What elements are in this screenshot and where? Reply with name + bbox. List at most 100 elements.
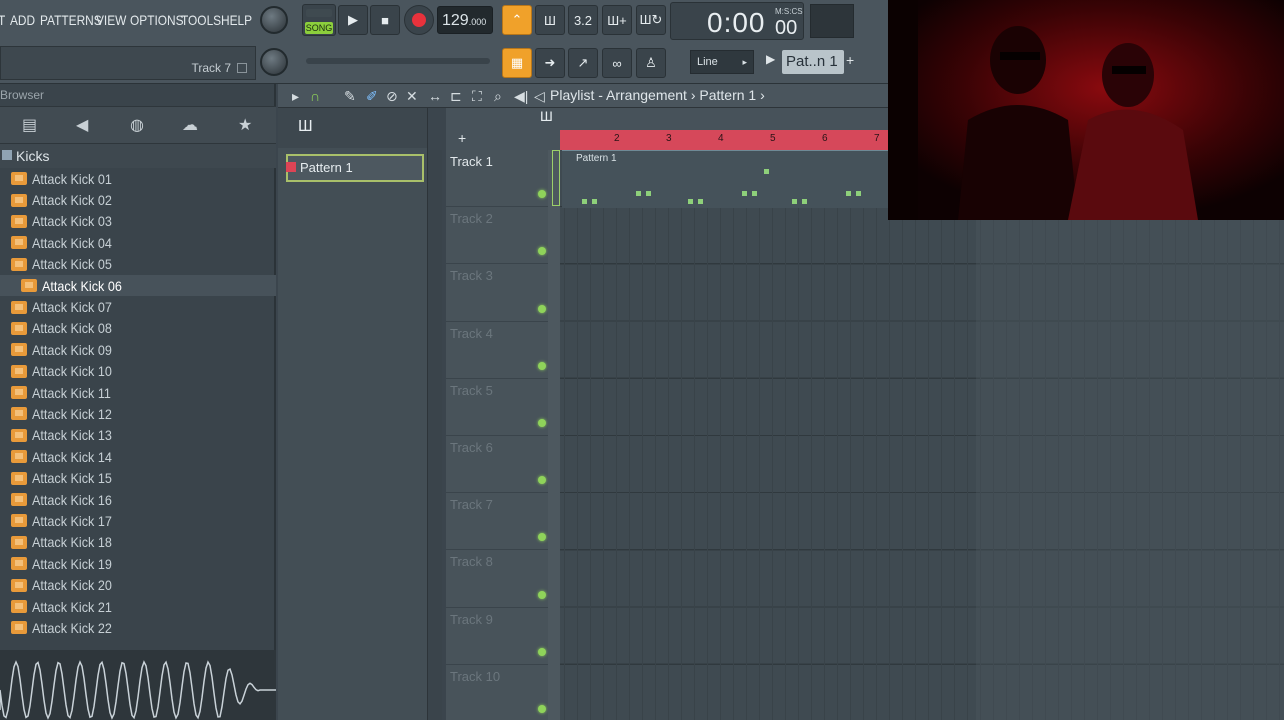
menu-tools[interactable]: TOOLS xyxy=(181,12,221,28)
play-button[interactable]: ▶ xyxy=(338,5,368,35)
timeline-ruler[interactable]: 2 3 4 5 6 7 xyxy=(560,130,888,150)
wait-input-button[interactable]: Ш xyxy=(535,5,565,35)
file-item[interactable]: Attack Kick 16 xyxy=(0,489,276,510)
record-button[interactable] xyxy=(404,5,434,35)
track-mute-led[interactable] xyxy=(538,190,546,199)
file-item[interactable]: Attack Kick 20 xyxy=(0,574,276,595)
piano-icon[interactable]: Ш xyxy=(298,118,313,136)
typing-keyboard-button[interactable]: ▦ xyxy=(502,48,532,78)
track-header[interactable]: Track 6 xyxy=(446,436,550,494)
snap-next-button[interactable]: ➜ xyxy=(535,48,565,78)
pattern-led xyxy=(306,9,332,17)
master-pitch-knob[interactable] xyxy=(260,48,288,76)
file-item[interactable]: Attack Kick 03 xyxy=(0,211,276,232)
file-item[interactable]: Attack Kick 22 xyxy=(0,617,276,638)
pattern-selector[interactable]: Pat..n 1 xyxy=(782,50,844,74)
file-item[interactable]: Attack Kick 10 xyxy=(0,361,276,382)
file-item[interactable]: Attack Kick 07 xyxy=(0,296,276,317)
file-item[interactable]: Attack Kick 09 xyxy=(0,339,276,360)
track-header[interactable]: Track 4 xyxy=(446,322,550,379)
link-button[interactable]: ∞ xyxy=(602,48,632,78)
countdown-button[interactable]: 3.2 xyxy=(568,5,598,35)
panel-splitter[interactable] xyxy=(428,150,442,720)
playback-icon[interactable]: ◀| xyxy=(514,88,528,105)
metronome-button[interactable]: ⌃ xyxy=(502,5,532,35)
loop-record-button[interactable]: Ш↻ xyxy=(636,5,666,35)
folder-kicks[interactable]: Kicks xyxy=(0,144,276,168)
file-item[interactable]: Attack Kick 21 xyxy=(0,596,276,617)
step-edit-button[interactable]: Ш+ xyxy=(602,5,632,35)
stop-button[interactable]: ■ xyxy=(370,5,400,35)
menu-add[interactable]: ADD xyxy=(10,12,35,28)
track-header[interactable]: Track 8 xyxy=(446,550,550,608)
track-mute-led[interactable] xyxy=(538,647,546,656)
track-mute-led[interactable] xyxy=(538,590,546,599)
track-header[interactable]: Track 9 xyxy=(446,608,550,665)
globe-tab-icon[interactable]: ◍ xyxy=(130,115,144,135)
pattern-nav-icon[interactable]: ▶ xyxy=(766,52,775,66)
arrow-icon[interactable]: ▸ xyxy=(292,88,299,105)
file-item[interactable]: Attack Kick 17 xyxy=(0,510,276,531)
zoom-icon[interactable]: ⌕ xyxy=(494,88,502,105)
star-tab-icon[interactable]: ★ xyxy=(238,115,252,135)
track-header[interactable]: Track 1 xyxy=(446,150,550,208)
track-header[interactable]: Track 2 xyxy=(446,207,550,265)
file-item[interactable]: Attack Kick 05 xyxy=(0,254,276,275)
file-item[interactable]: Attack Kick 08 xyxy=(0,318,276,339)
track-mute-led[interactable] xyxy=(538,418,546,427)
time-display[interactable]: 0:00 M:S:CS 00 xyxy=(670,2,804,40)
file-item[interactable]: Attack Kick 04 xyxy=(0,232,276,253)
track-mute-led[interactable] xyxy=(538,361,546,370)
track-mute-led[interactable] xyxy=(538,304,546,313)
menu-options[interactable]: OPTIONS xyxy=(130,12,184,28)
speaker-tab-icon[interactable]: ◀ xyxy=(76,115,88,135)
file-item[interactable]: Attack Kick 13 xyxy=(0,425,276,446)
menu-help[interactable]: HELP xyxy=(221,12,252,28)
file-item[interactable]: Attack Kick 14 xyxy=(0,446,276,467)
cloud-tab-icon[interactable]: ☁ xyxy=(182,115,198,135)
track-header[interactable]: Track 10 xyxy=(446,665,550,720)
plugin-button[interactable]: ♙ xyxy=(636,48,666,78)
slice-icon[interactable]: ⊏ xyxy=(450,88,462,105)
piano-roll-icon[interactable]: Ш xyxy=(540,108,553,124)
snap-select[interactable]: Line xyxy=(690,50,754,74)
menu-view[interactable]: VIEW xyxy=(96,12,126,28)
file-item[interactable]: Attack Kick 06 xyxy=(0,274,276,297)
song-position-slider[interactable] xyxy=(306,58,490,64)
mute-icon[interactable]: ✕ xyxy=(406,88,418,105)
ruler-bar-label: 2 xyxy=(614,133,620,144)
tempo-display[interactable]: 129.000 xyxy=(437,6,493,34)
pattern-item[interactable]: Pattern 1 xyxy=(286,154,424,182)
slip-icon[interactable]: ↔ xyxy=(428,88,442,104)
file-item[interactable]: Attack Kick 19 xyxy=(0,553,276,574)
master-volume-knob[interactable] xyxy=(260,6,288,34)
pattern-song-toggle[interactable]: SONG xyxy=(302,4,336,36)
tempo-fraction: .000 xyxy=(468,17,487,27)
file-item[interactable]: Attack Kick 15 xyxy=(0,467,276,488)
paint-icon[interactable]: ✐ xyxy=(366,88,378,105)
draw-tool-button[interactable]: ↗ xyxy=(568,48,598,78)
menu-patterns[interactable]: PATTERNS xyxy=(40,12,102,28)
pattern-clip[interactable]: Pattern 1 xyxy=(562,150,888,208)
track-header[interactable]: Track 5 xyxy=(446,379,550,436)
file-item[interactable]: Attack Kick 01 xyxy=(0,168,276,189)
file-item[interactable]: Attack Kick 12 xyxy=(0,403,276,424)
magnet-icon[interactable]: ∩ xyxy=(310,88,320,104)
track-mute-led[interactable] xyxy=(538,533,546,542)
pencil-icon[interactable]: ✎ xyxy=(344,88,356,105)
file-item[interactable]: Attack Kick 11 xyxy=(0,382,276,403)
file-item[interactable]: Attack Kick 18 xyxy=(0,532,276,553)
track-mute-led[interactable] xyxy=(538,476,546,485)
track-header[interactable]: Track 3 xyxy=(446,264,550,322)
menu-tools-item[interactable]: T xyxy=(0,12,5,28)
add-track-icon[interactable]: + xyxy=(458,130,466,146)
add-pattern-icon[interactable]: + xyxy=(846,52,854,68)
file-item[interactable]: Attack Kick 02 xyxy=(0,189,276,210)
track-mute-led[interactable] xyxy=(538,247,546,256)
track-mute-led[interactable] xyxy=(538,704,546,713)
delete-icon[interactable]: ⊘ xyxy=(386,88,398,105)
select-icon[interactable]: ⛶ xyxy=(472,88,482,105)
loop-marker[interactable] xyxy=(552,150,560,206)
track-header[interactable]: Track 7 xyxy=(446,493,550,551)
folder-tab-icon[interactable]: ▤ xyxy=(22,115,37,135)
